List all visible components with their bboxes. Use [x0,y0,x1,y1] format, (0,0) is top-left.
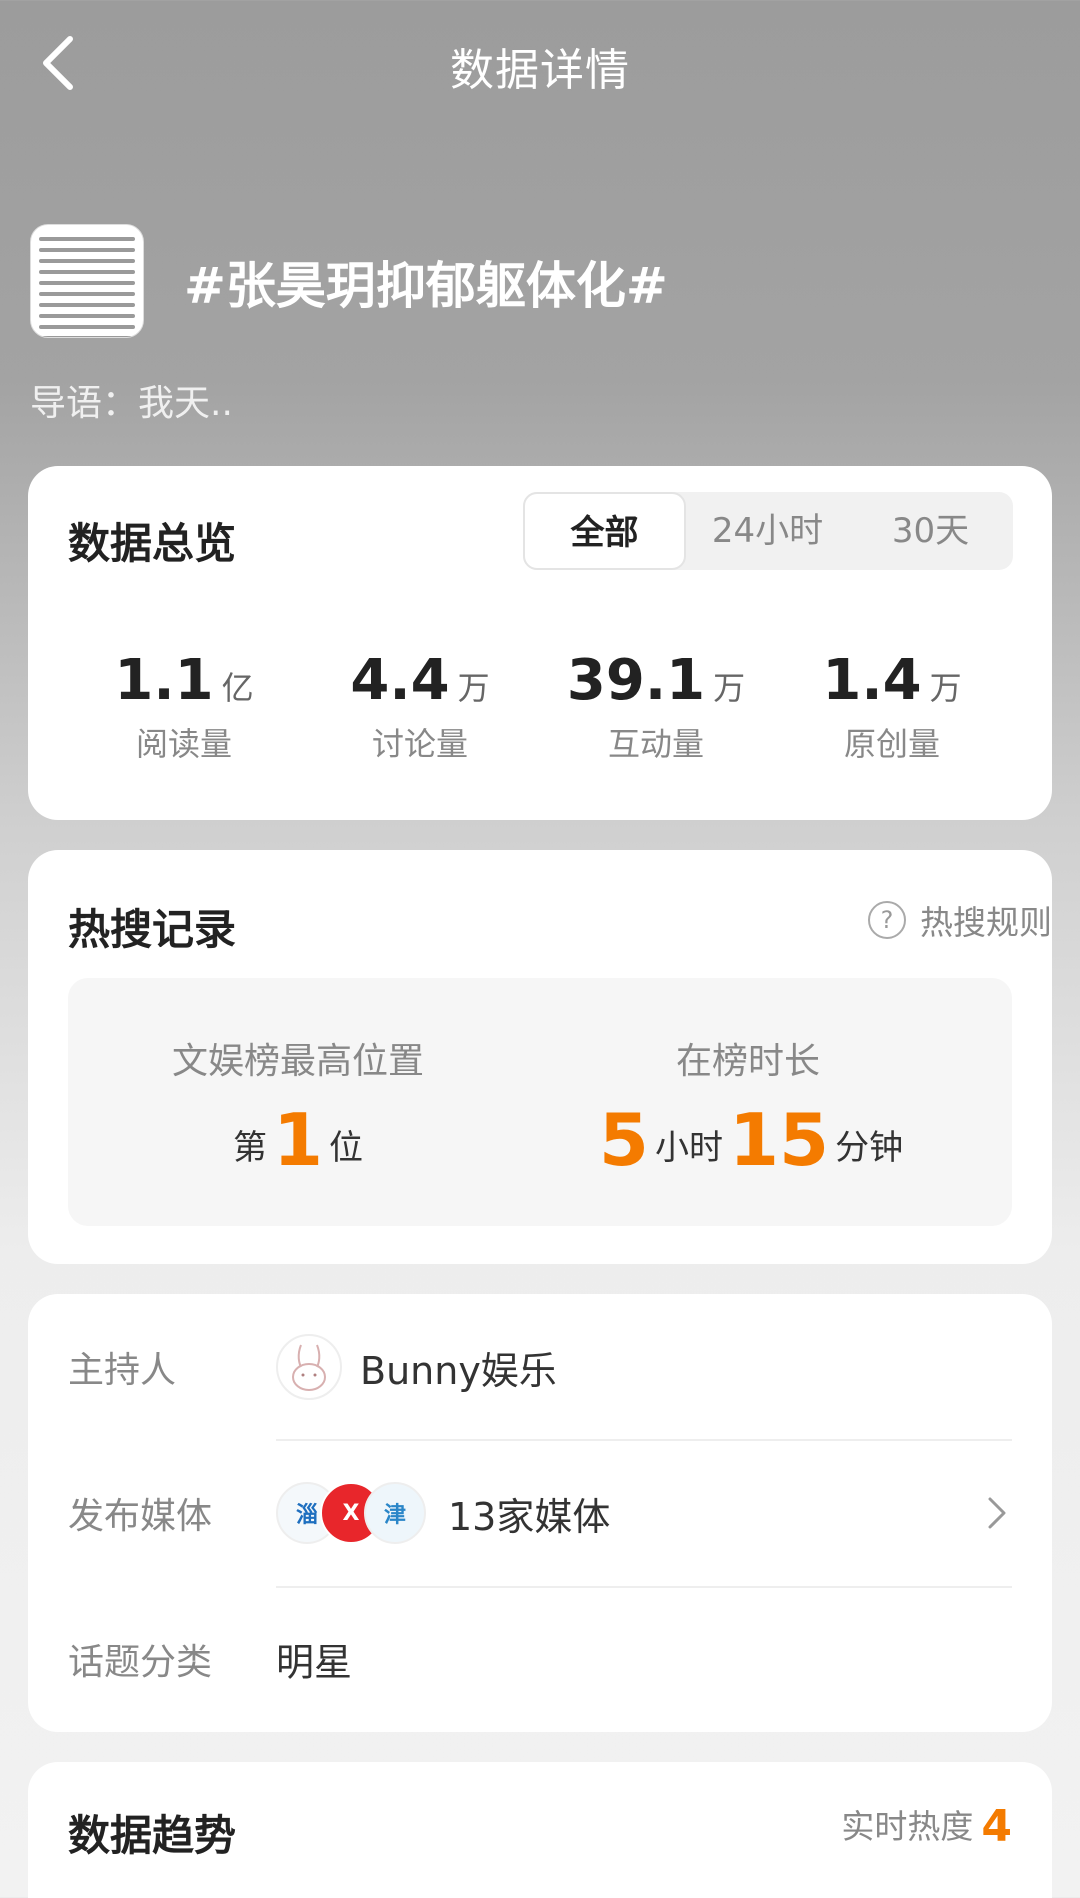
realtime-label: 实时热度 [841,1807,974,1846]
stat-discussions: 4.4 万 讨论量 [302,648,538,765]
overview-card: 数据总览 全部 24小时 30天 1.1 亿 阅读量 4.4 万 讨论量 39.1 万… [28,466,1052,820]
media-avatars: 淄 X 津 [276,1482,426,1544]
rank-value: 1 [272,1098,324,1182]
stat-value: 39.1 [566,648,706,713]
media-row[interactable]: 发布媒体 淄 X 津 13家媒体 [68,1440,1012,1586]
chevron-right-icon [988,1497,1006,1529]
host-avatar [276,1334,342,1400]
topic-intro: 导语：我天.. [30,383,233,424]
category-label: 话题分类 [68,1642,213,1683]
stat-unit: 亿 [221,669,254,707]
topic-thumbnail [30,224,144,338]
stat-interactions: 39.1 万 互动量 [538,648,774,765]
host-row[interactable]: 主持人 Bunny娱乐 [68,1294,1012,1440]
duration-label: 在榜时长 [675,1041,820,1082]
host-name: Bunny娱乐 [360,1348,557,1393]
rank-prefix: 第 [232,1128,267,1168]
bunny-icon [292,1344,326,1391]
overview-title: 数据总览 [68,519,237,568]
realtime-value: 4 [981,1801,1012,1852]
stat-value: 1.4 [822,648,922,713]
hot-search-card: 热搜记录 ? 热搜规则 文娱榜最高位置 第1 位 在榜时长 5 小时15 分钟 [28,850,1052,1264]
host-label: 主持人 [68,1350,177,1391]
stat-unit: 万 [713,669,746,707]
realtime-heat: 实时热度 4 [841,1800,1012,1852]
rank-label: 文娱榜最高位置 [171,1041,424,1082]
rules-label: 热搜规则 [920,903,1052,942]
media-label: 发布媒体 [68,1496,213,1537]
stat-value: 4.4 [350,648,450,713]
page-title: 数据详情 [450,45,630,96]
tab-24h[interactable]: 24小时 [686,492,849,570]
question-icon: ? [868,901,906,939]
topic-info-card: 主持人 Bunny娱乐 发布媒体 淄 X 津 13家媒体 话题分类 明星 [28,1294,1052,1732]
rank-suffix: 位 [329,1128,364,1168]
category-value: 明星 [276,1640,353,1685]
trend-title: 数据趋势 [68,1811,237,1860]
hot-search-rules-link[interactable]: ? 热搜规则 [868,896,1052,944]
tab-all[interactable]: 全部 [523,492,686,570]
duration-minutes-unit: 分钟 [835,1128,904,1168]
tab-30d[interactable]: 30天 [849,492,1012,570]
stat-label: 互动量 [607,725,704,763]
stat-label: 原创量 [843,725,940,763]
category-row: 话题分类 明星 [68,1586,1012,1732]
duration-hours-unit: 小时 [654,1128,723,1168]
nav-header: 数据详情 [0,0,1080,130]
stat-value: 1.1 [114,648,214,713]
hot-search-title: 热搜记录 [68,905,237,954]
media-logo-icon: 津 [364,1482,426,1544]
topic-title: #张昊玥抑郁躯体化# [184,257,668,315]
stat-label: 阅读量 [135,725,232,763]
duration-minutes: 15 [728,1098,830,1182]
hot-search-stats: 文娱榜最高位置 第1 位 在榜时长 5 小时15 分钟 [68,978,1012,1226]
stat-unit: 万 [457,669,490,707]
stat-unit: 万 [929,669,962,707]
stat-label: 讨论量 [371,725,468,763]
trend-card: 数据趋势 实时热度 4 [28,1762,1052,1898]
stat-original: 1.4 万 原创量 [774,648,1010,765]
rank-block: 文娱榜最高位置 第1 位 [138,1032,458,1182]
media-count: 13家媒体 [448,1494,611,1539]
time-range-segmented: 全部 24小时 30天 [523,492,1013,570]
stat-reads: 1.1 亿 阅读量 [66,648,302,765]
duration-hours: 5 [598,1098,649,1182]
duration-block: 在榜时长 5 小时15 分钟 [588,1032,908,1182]
